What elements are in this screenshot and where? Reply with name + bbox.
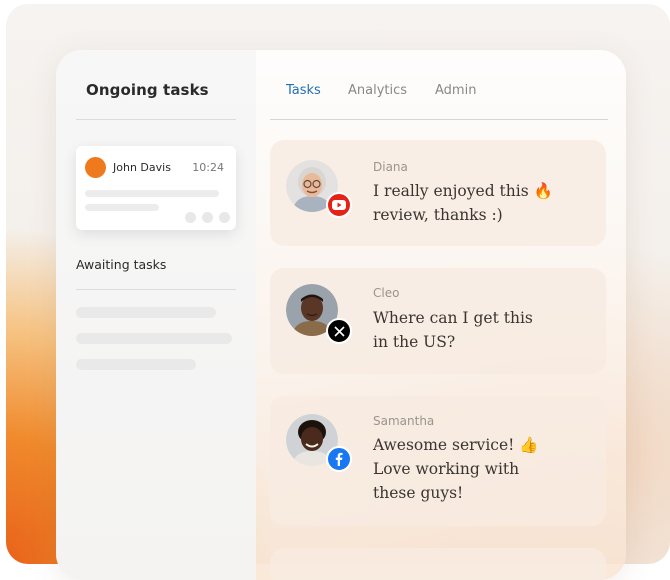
dot-indicator: [185, 212, 196, 223]
sidebar-title: Ongoing tasks: [86, 81, 209, 99]
active-task-card[interactable]: John Davis 10:24: [76, 146, 236, 230]
placeholder-task[interactable]: [76, 359, 196, 370]
message-author: Diana: [373, 160, 408, 174]
dot-indicator: [202, 212, 213, 223]
tab-analytics[interactable]: Analytics: [348, 83, 407, 98]
message-text: I really enjoyed this 🔥 review, thanks :…: [373, 182, 553, 224]
main-panel: Tasks Analytics Admin Diana I really enj…: [256, 50, 626, 580]
tab-divider: [270, 119, 608, 120]
placeholder-line: [85, 190, 219, 197]
task-assignee: John Davis: [113, 161, 171, 174]
placeholder-task[interactable]: [76, 307, 216, 318]
placeholder-line: [85, 204, 159, 211]
awaiting-tasks-heading: Awaiting tasks: [76, 257, 167, 272]
app-window: Ongoing tasks John Davis 10:24 Awaiting …: [56, 50, 626, 580]
message-text: Where can I get this in the US?: [373, 309, 533, 351]
message-card[interactable]: Diana I really enjoyed this 🔥 review, th…: [270, 140, 606, 246]
message-card[interactable]: Cleo Where can I get this in the US?: [270, 268, 606, 374]
dot-indicator: [219, 212, 230, 223]
message-card[interactable]: [270, 548, 606, 580]
sidebar-divider: [76, 289, 236, 290]
message-text: Awesome service! 👍 Love working with the…: [373, 436, 539, 502]
youtube-icon: [326, 192, 352, 218]
tab-tasks[interactable]: Tasks: [286, 83, 321, 98]
task-time: 10:24: [192, 161, 224, 174]
facebook-icon: [326, 446, 352, 472]
placeholder-task[interactable]: [76, 333, 232, 344]
sidebar: Ongoing tasks John Davis 10:24 Awaiting …: [56, 50, 256, 580]
message-author: Samantha: [373, 414, 435, 428]
message-author: Cleo: [373, 286, 400, 300]
tab-admin[interactable]: Admin: [435, 83, 476, 98]
message-card[interactable]: Samantha Awesome service! 👍 Love working…: [270, 396, 606, 526]
sidebar-divider: [76, 119, 236, 120]
x-icon: [326, 318, 352, 344]
avatar: [85, 157, 106, 178]
